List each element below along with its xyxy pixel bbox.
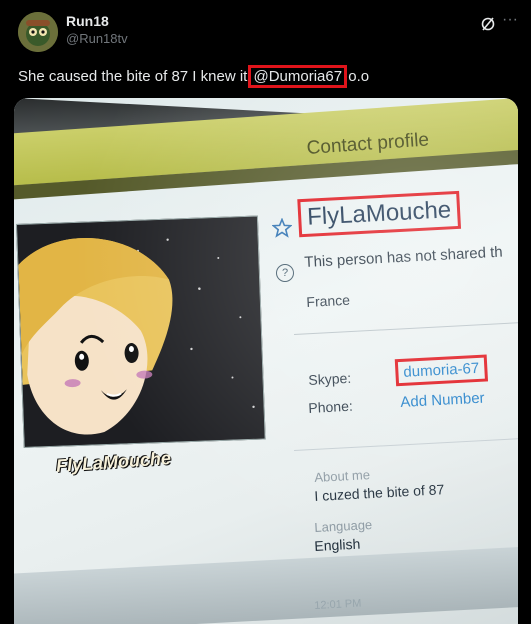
drawn-face-image <box>17 216 265 447</box>
language-value: English <box>314 535 361 554</box>
avatar-image <box>18 12 58 52</box>
language-label: Language <box>314 516 373 535</box>
mention-link[interactable]: @Dumoria67 <box>248 65 348 88</box>
author-display-name[interactable]: Run18 <box>66 13 109 29</box>
skype-label: Skype: <box>308 369 352 388</box>
help-icon[interactable]: ? <box>276 264 294 282</box>
post-text-tail: o.o <box>344 68 370 85</box>
country-text: France <box>306 291 351 310</box>
timestamp-text: 12:01 PM <box>314 597 362 612</box>
post-text: She caused the bite of 87 I knew it @Dum… <box>18 65 370 88</box>
author-handle[interactable]: @Run18tv <box>66 31 128 46</box>
post-avatar[interactable] <box>18 12 58 52</box>
more-icon[interactable]: ··· <box>500 12 520 32</box>
post-media-photo[interactable]: Contact profile FlyLaMouche FlyLaMouche … <box>14 98 518 624</box>
star-icon[interactable] <box>272 218 292 238</box>
grok-icon[interactable] <box>480 16 496 32</box>
about-me-label: About me <box>314 467 371 485</box>
post-text-body: She caused the bite of 87 I knew it <box>18 68 252 85</box>
profile-picture <box>16 215 266 448</box>
phone-label: Phone: <box>308 397 354 416</box>
